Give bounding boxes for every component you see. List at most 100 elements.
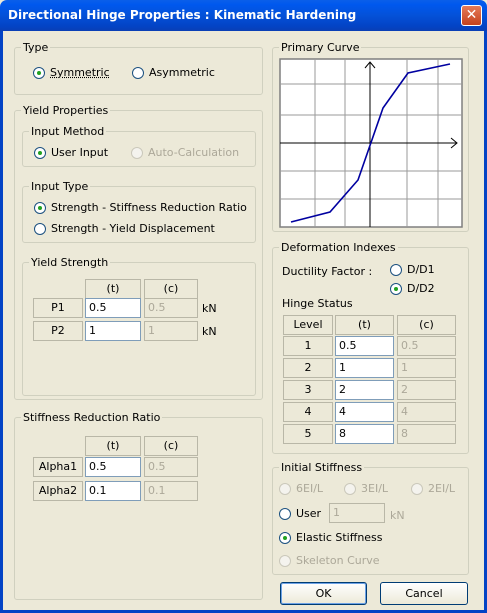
col-header-t: (t) xyxy=(85,279,141,299)
level-5-label: 5 xyxy=(283,424,333,444)
cancel-button[interactable]: Cancel xyxy=(380,582,468,605)
alpha1-t-input[interactable]: 0.5 xyxy=(85,457,141,477)
deformation-indexes-legend: Deformation Indexes xyxy=(279,241,398,254)
radio-icon xyxy=(131,146,143,159)
radio-icon xyxy=(390,282,402,295)
symmetric-radio[interactable]: Symmetric xyxy=(33,66,110,79)
asymmetric-label: Asymmetric xyxy=(149,66,215,79)
level-1-c-input: 0.5 xyxy=(397,336,456,356)
3ei-l-label: 3EI/L xyxy=(361,482,389,495)
col-header-t: (t) xyxy=(335,315,394,335)
level-4-label: 4 xyxy=(283,402,333,422)
col-header-c: (c) xyxy=(144,279,198,299)
level-3-label: 3 xyxy=(283,380,333,400)
col-header-c: (c) xyxy=(397,315,456,335)
row-label-alpha2: Alpha2 xyxy=(33,481,83,501)
input-type-legend: Input Type xyxy=(29,180,91,193)
yield-strength-legend: Yield Strength xyxy=(29,256,111,269)
elastic-stiffness-label: Elastic Stiffness xyxy=(296,531,383,544)
radio-icon xyxy=(279,482,291,495)
strength-yield-displacement-label: Strength - Yield Displacement xyxy=(51,222,215,235)
d-d1-radio[interactable]: D/D1 xyxy=(390,263,435,276)
level-2-label: 2 xyxy=(283,358,333,378)
p2-c-input: 1 xyxy=(144,321,198,341)
radio-icon xyxy=(344,482,356,495)
user-stiffness-input: 1 xyxy=(329,503,385,523)
p2-unit: kN xyxy=(202,325,217,338)
6ei-l-radio[interactable]: 6EI/L xyxy=(279,482,323,495)
radio-icon xyxy=(34,146,46,159)
2ei-l-label: 2EI/L xyxy=(428,482,456,495)
radio-icon xyxy=(279,531,291,544)
user-input-radio[interactable]: User Input xyxy=(34,146,108,159)
symmetric-label: Symmetric xyxy=(50,66,110,79)
elastic-stiffness-radio[interactable]: Elastic Stiffness xyxy=(279,531,383,544)
row-label-alpha1: Alpha1 xyxy=(33,457,83,477)
level-1-label: 1 xyxy=(283,336,333,356)
ductility-factor-label: Ductility Factor : xyxy=(282,265,373,278)
d-d2-radio[interactable]: D/D2 xyxy=(390,282,435,295)
alpha1-c-input: 0.5 xyxy=(144,457,198,477)
strength-yield-displacement-radio[interactable]: Strength - Yield Displacement xyxy=(34,222,215,235)
primary-curve-plot xyxy=(279,58,463,228)
level-4-t-input[interactable]: 4 xyxy=(335,402,394,422)
user-stiffness-radio[interactable]: User xyxy=(279,507,321,520)
radio-icon xyxy=(33,66,45,79)
alpha2-t-input[interactable]: 0.1 xyxy=(85,481,141,501)
ok-button[interactable]: OK xyxy=(280,582,367,605)
row-label-p2: P2 xyxy=(33,321,83,341)
d-d1-label: D/D1 xyxy=(407,263,435,276)
2ei-l-radio[interactable]: 2EI/L xyxy=(411,482,455,495)
auto-calculation-radio[interactable]: Auto-Calculation xyxy=(131,146,239,159)
radio-icon xyxy=(34,201,46,214)
col-header-c: (c) xyxy=(144,436,198,456)
close-button[interactable]: ✕ xyxy=(461,5,482,26)
window-title: Directional Hinge Properties : Kinematic… xyxy=(8,8,357,22)
p1-c-input: 0.5 xyxy=(144,298,198,318)
p1-unit: kN xyxy=(202,302,217,315)
level-2-c-input: 1 xyxy=(397,358,456,378)
user-stiffness-unit: kN xyxy=(390,509,405,522)
title-bar: Directional Hinge Properties : Kinematic… xyxy=(0,0,487,31)
input-method-legend: Input Method xyxy=(29,125,107,138)
radio-icon xyxy=(34,222,46,235)
primary-curve-legend: Primary Curve xyxy=(279,41,362,54)
skeleton-curve-label: Skeleton Curve xyxy=(296,554,380,567)
radio-icon xyxy=(411,482,423,495)
skeleton-curve-radio[interactable]: Skeleton Curve xyxy=(279,554,380,567)
strength-stiffness-label: Strength - Stiffness Reduction Ratio xyxy=(51,201,247,214)
p2-t-input[interactable]: 1 xyxy=(85,321,141,341)
type-legend: Type xyxy=(21,41,51,54)
strength-stiffness-radio[interactable]: Strength - Stiffness Reduction Ratio xyxy=(34,201,247,214)
level-4-c-input: 4 xyxy=(397,402,456,422)
asymmetric-radio[interactable]: Asymmetric xyxy=(132,66,215,79)
d-d2-label: D/D2 xyxy=(407,282,435,295)
col-header-t: (t) xyxy=(85,436,141,456)
p1-t-input[interactable]: 0.5 xyxy=(85,298,141,318)
level-3-t-input[interactable]: 2 xyxy=(335,380,394,400)
hinge-status-label: Hinge Status xyxy=(282,297,353,310)
level-2-t-input[interactable]: 1 xyxy=(335,358,394,378)
radio-icon xyxy=(279,554,291,567)
level-5-c-input: 8 xyxy=(397,424,456,444)
6ei-l-label: 6EI/L xyxy=(296,482,324,495)
3ei-l-radio[interactable]: 3EI/L xyxy=(344,482,388,495)
stiffness-reduction-legend: Stiffness Reduction Ratio xyxy=(21,411,163,424)
user-stiffness-label: User xyxy=(296,507,322,520)
type-group: Type Symmetric Asymmetric xyxy=(14,41,263,95)
level-3-c-input: 2 xyxy=(397,380,456,400)
alpha2-c-input: 0.1 xyxy=(144,481,198,501)
radio-icon xyxy=(390,263,402,276)
initial-stiffness-legend: Initial Stiffness xyxy=(279,461,365,474)
level-1-t-input[interactable]: 0.5 xyxy=(335,336,394,356)
radio-icon xyxy=(279,507,291,520)
input-type-group: Input Type Strength - Stiffness Reductio… xyxy=(22,180,256,243)
radio-icon xyxy=(132,66,144,79)
row-label-p1: P1 xyxy=(33,298,83,318)
col-header-level: Level xyxy=(283,315,333,335)
yield-properties-legend: Yield Properties xyxy=(21,104,111,117)
input-method-group: Input Method User Input Auto-Calculation xyxy=(22,125,256,167)
user-input-label: User Input xyxy=(51,146,109,159)
auto-calculation-label: Auto-Calculation xyxy=(148,146,240,159)
level-5-t-input[interactable]: 8 xyxy=(335,424,394,444)
